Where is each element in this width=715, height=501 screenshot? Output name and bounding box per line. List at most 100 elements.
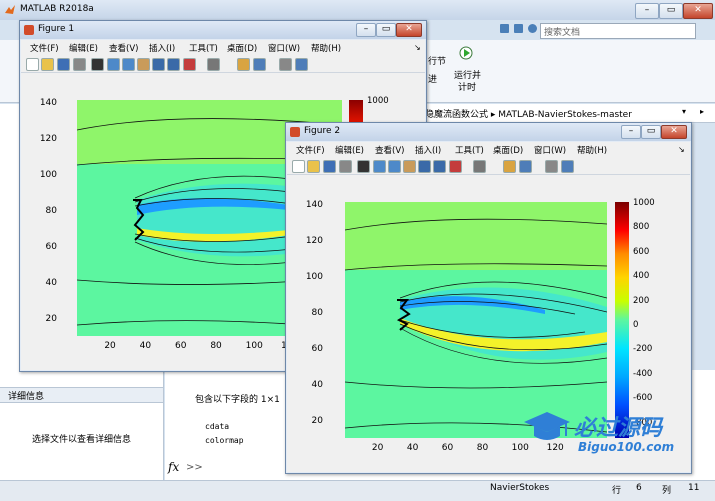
show-tools-icon[interactable] <box>561 160 574 173</box>
figure-icon <box>24 25 34 35</box>
x-tick-label: 40 <box>139 341 152 351</box>
menu-item[interactable]: 帮助(H) <box>577 144 607 156</box>
zoom-out-icon[interactable] <box>122 58 135 71</box>
data-cursor-icon[interactable] <box>433 160 446 173</box>
show-tools-icon[interactable] <box>295 58 308 71</box>
menu-item[interactable]: 插入(I) <box>149 42 175 54</box>
legend-icon[interactable] <box>253 58 266 71</box>
status-row-label: 行 <box>612 486 622 496</box>
y-tick-label: 100 <box>305 272 323 282</box>
menu-item[interactable]: 桌面(D) <box>493 144 523 156</box>
current-folder-path[interactable]: 隐魔流函数公式 ▸ MATLAB-NavierStokes-master <box>425 107 632 120</box>
colorbar-icon[interactable] <box>237 58 250 71</box>
print-icon[interactable] <box>73 58 86 71</box>
menu-item[interactable]: 文件(F) <box>30 42 59 54</box>
brush-icon[interactable] <box>449 160 462 173</box>
x-tick-label: 80 <box>476 443 489 453</box>
open-file-icon[interactable] <box>307 160 320 173</box>
status-col-label: 列 <box>662 486 672 496</box>
y-tick-label: 60 <box>311 344 323 354</box>
open-file-icon[interactable] <box>41 58 54 71</box>
run-and-time-icon[interactable] <box>458 44 474 60</box>
menu-item[interactable]: 文件(F) <box>296 144 325 156</box>
menu-item[interactable]: 编辑(E) <box>69 42 98 54</box>
figure1-title-bar[interactable]: Figure 1 – ▭ ✕ <box>20 21 426 39</box>
graduation-cap-icon <box>524 412 570 440</box>
data-cursor-icon[interactable] <box>167 58 180 71</box>
x-tick-label: 40 <box>406 443 419 453</box>
figure2-title: Figure 2 <box>304 126 341 136</box>
help-icon[interactable] <box>528 24 537 33</box>
watermark-brand: 必过源码 <box>574 416 663 441</box>
edit-plot-icon[interactable] <box>91 58 104 71</box>
minimize-button[interactable]: – <box>635 3 659 19</box>
new-figure-icon[interactable] <box>292 160 305 173</box>
link-plot-icon[interactable] <box>473 160 486 173</box>
run-and-time-label-2[interactable]: 计时 <box>458 80 476 93</box>
zoom-in-icon[interactable] <box>107 58 120 71</box>
x-tick-label: 100 <box>245 341 263 351</box>
hide-tools-icon[interactable] <box>279 58 292 71</box>
path-dropdown-icon[interactable]: ▾ <box>682 107 686 116</box>
colorbar-tick-label: 1000 <box>367 96 389 106</box>
menu-item[interactable]: 帮助(H) <box>311 42 341 54</box>
figure1-maximize-button[interactable]: ▭ <box>376 23 396 37</box>
brush-icon[interactable] <box>183 58 196 71</box>
figure1-minimize-button[interactable]: – <box>356 23 376 37</box>
zoom-in-icon[interactable] <box>373 160 386 173</box>
fx-function-icon[interactable]: fx <box>168 460 179 474</box>
rotate-icon[interactable] <box>418 160 431 173</box>
close-button[interactable]: ✕ <box>683 3 713 19</box>
search-documentation-input[interactable]: 搜索文档 <box>540 23 696 39</box>
save-icon[interactable] <box>57 58 70 71</box>
menu-item[interactable]: 工具(T) <box>455 144 484 156</box>
dock-arrow-icon[interactable]: ↘ <box>678 145 685 154</box>
colorbar-tick-label: 200 <box>633 295 650 306</box>
figure2-close-button[interactable]: ✕ <box>661 125 687 139</box>
x-tick-label: 20 <box>371 443 384 453</box>
ribbon-label-partial[interactable]: 进 <box>428 72 437 85</box>
rotate-icon[interactable] <box>152 58 165 71</box>
command-prompt[interactable]: >> <box>186 462 203 473</box>
details-empty-text: 选择文件以查看详细信息 <box>31 435 131 445</box>
y-tick-label: 120 <box>39 134 57 144</box>
hide-tools-icon[interactable] <box>545 160 558 173</box>
figure2-title-bar[interactable]: Figure 2 – ▭ ✕ <box>286 123 691 141</box>
figure2-menu-bar: 文件(F) 编辑(E) 查看(V) 插入(I) 工具(T) 桌面(D) 窗口(W) 帮助(H) <box>287 142 690 157</box>
ribbon-label-partial[interactable]: 行节 <box>428 54 446 67</box>
save-icon[interactable] <box>323 160 336 173</box>
menu-item[interactable]: 查看(V) <box>375 144 404 156</box>
maximize-button[interactable]: ▭ <box>659 3 683 19</box>
y-tick-label: 20 <box>311 416 323 426</box>
zoom-out-icon[interactable] <box>388 160 401 173</box>
y-tick-label: 20 <box>45 314 57 324</box>
figure1-close-button[interactable]: ✕ <box>396 23 422 37</box>
colorbar-icon[interactable] <box>503 160 516 173</box>
menu-item[interactable]: 工具(T) <box>189 42 218 54</box>
figure1-toolbar <box>21 55 425 73</box>
edit-plot-icon[interactable] <box>357 160 370 173</box>
pan-icon[interactable] <box>403 160 416 173</box>
quick-access-icon[interactable] <box>514 24 523 33</box>
menu-item[interactable]: 窗口(W) <box>268 42 300 54</box>
y-tick-label: 60 <box>45 242 57 252</box>
print-icon[interactable] <box>339 160 352 173</box>
browse-folder-icon[interactable]: ▸ <box>700 107 704 116</box>
colorbar-tick-label: 800 <box>633 222 650 233</box>
y-tick-label: 120 <box>305 236 323 246</box>
figure2-maximize-button[interactable]: ▭ <box>641 125 661 139</box>
menu-item[interactable]: 插入(I) <box>415 144 441 156</box>
menu-item[interactable]: 编辑(E) <box>335 144 364 156</box>
quick-access-icon[interactable] <box>500 24 509 33</box>
menu-item[interactable]: 桌面(D) <box>227 42 257 54</box>
menu-item[interactable]: 窗口(W) <box>534 144 566 156</box>
new-figure-icon[interactable] <box>26 58 39 71</box>
menu-item[interactable]: 查看(V) <box>109 42 138 54</box>
watermark-url: Biguo100.com <box>578 440 675 454</box>
legend-icon[interactable] <box>519 160 532 173</box>
x-tick-label: 60 <box>175 341 187 351</box>
dock-arrow-icon[interactable]: ↘ <box>414 43 421 52</box>
link-plot-icon[interactable] <box>207 58 220 71</box>
pan-icon[interactable] <box>137 58 150 71</box>
figure2-minimize-button[interactable]: – <box>621 125 641 139</box>
